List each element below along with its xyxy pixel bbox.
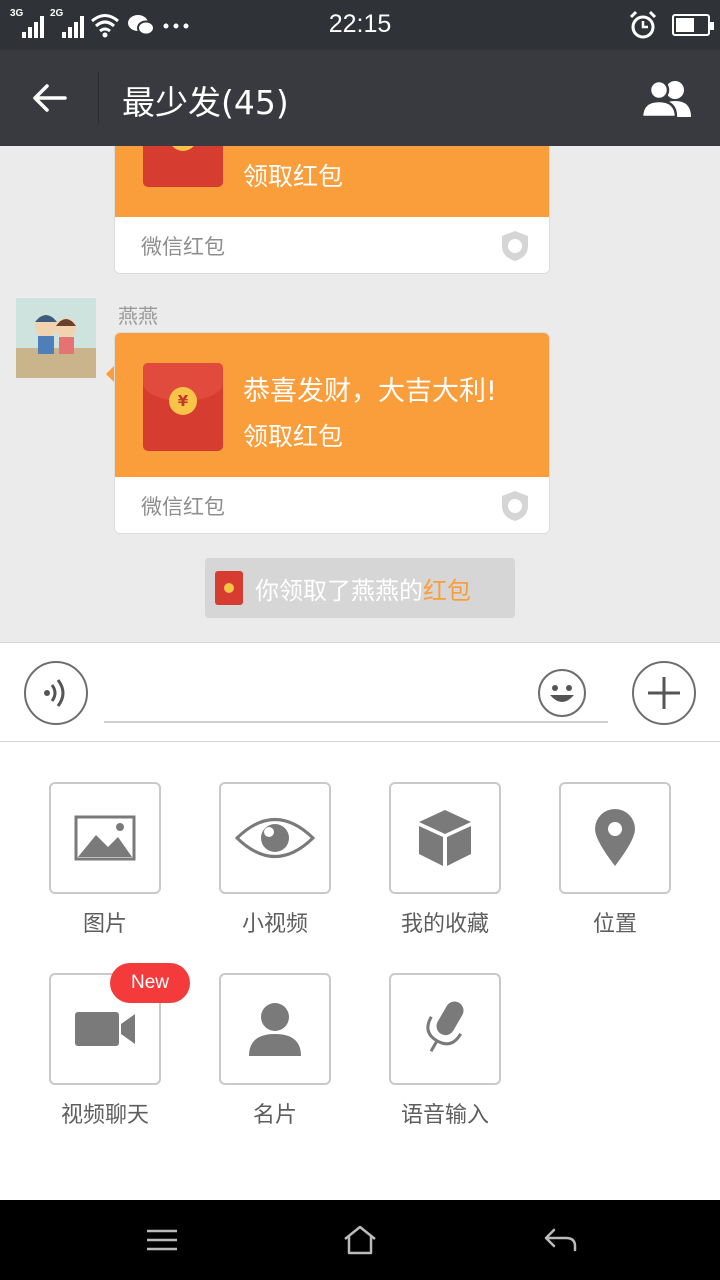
microphone-icon [426,1001,464,1052]
emoji-button[interactable] [538,669,586,717]
image-icon [74,815,136,861]
tool-voice-input[interactable]: 语音输入 [360,973,530,1129]
status-bar: 3G 2G 22:15 [0,0,720,50]
title-divider [98,72,99,124]
tool-photo-tile[interactable] [49,782,161,894]
red-packet-action: 领取红包 [243,162,344,191]
tool-sight-video[interactable]: 小视频 [190,782,360,938]
system-message-highlight[interactable]: 红包 [423,577,471,605]
back-button[interactable] [22,74,76,122]
tool-voice-input-tile[interactable] [389,973,501,1085]
red-packet-action: 领取红包 [243,422,344,451]
plus-icon [648,677,680,709]
video-camera-icon [75,1012,135,1046]
menu-icon [147,1229,177,1251]
red-envelope-small-icon [215,571,243,605]
voice-waves-icon [44,679,65,707]
red-packet-message-previous[interactable]: ¥ 领取红包 微信红包 [114,146,550,274]
avatar-image [16,298,96,378]
system-message-text: 你领取了燕燕的红包 [255,571,471,606]
tool-label: 我的收藏 [400,912,489,937]
system-message-prefix: 你领取了燕燕的 [255,576,423,605]
red-packet-body: ¥ 恭喜发财，大吉大利! 领取红包 [115,333,549,477]
battery-level [676,18,694,32]
alarm-icon [629,10,657,39]
message-input[interactable] [104,667,608,723]
attachment-panel: 图片 小视频 我的收藏 位置 New 视频聊天 名片 语音输入 [0,742,720,1200]
tool-label: 小视频 [241,912,308,937]
chat-title: 最少发(45) [122,83,289,122]
tool-location-tile[interactable] [559,782,671,894]
red-packet-greeting: 恭喜发财，大吉大利! [243,376,497,407]
red-envelope-icon: ¥ [143,363,223,451]
voice-mode-button[interactable] [24,661,88,725]
battery-icon [672,14,714,36]
tool-label: 名片 [252,1103,297,1128]
tool-label: 语音输入 [400,1103,489,1128]
system-nav-bar [0,1200,720,1280]
tool-sight-video-tile[interactable] [219,782,331,894]
red-packet-message[interactable]: ¥ 恭喜发财，大吉大利! 领取红包 微信红包 [114,332,550,534]
home-icon [344,1225,376,1255]
tool-label: 位置 [592,912,637,937]
tool-favorites-tile[interactable] [389,782,501,894]
red-packet-brand: 微信红包 [141,495,225,519]
chat-area[interactable]: ¥ 领取红包 微信红包 燕燕 ¥ [0,146,720,642]
shield-icon [502,231,528,261]
red-packet-brand: 微信红包 [141,235,225,259]
smiley-icon [550,685,574,702]
red-envelope-icon: ¥ [143,146,223,187]
tool-location[interactable]: 位置 [530,782,700,938]
shield-icon [502,491,528,521]
input-bar [0,642,720,742]
tool-photo[interactable]: 图片 [20,782,190,938]
arrow-left-icon [33,84,67,112]
eye-icon [235,818,315,858]
red-packet-footer: 微信红包 [115,477,549,533]
group-members-button[interactable] [638,76,696,122]
home-button[interactable] [330,1218,390,1262]
menu-button[interactable] [132,1218,192,1262]
nav-back-button[interactable] [530,1218,590,1262]
system-message[interactable]: 你领取了燕燕的红包 [205,558,515,618]
group-people-icon [640,79,691,119]
person-icon [249,1003,301,1056]
tool-label: 图片 [82,912,127,937]
tool-favorites[interactable]: 我的收藏 [360,782,530,938]
tool-contact-card-tile[interactable] [219,973,331,1085]
new-badge: New [110,963,190,1003]
clock: 22:15 [328,10,392,38]
tool-video-chat[interactable]: New 视频聊天 [20,963,190,1129]
cube-icon [419,810,471,866]
avatar[interactable] [16,298,96,378]
title-bar: 最少发(45) [0,50,720,146]
location-pin-icon [595,809,635,866]
red-packet-body: ¥ 领取红包 [115,146,549,217]
status-right-icons [628,10,714,40]
more-actions-button[interactable] [632,661,696,725]
sender-name: 燕燕 [118,304,158,328]
red-packet-footer: 微信红包 [115,217,549,273]
tool-contact-card[interactable]: 名片 [190,973,360,1129]
return-arrow-icon [544,1228,577,1252]
tool-label: 视频聊天 [60,1103,149,1128]
